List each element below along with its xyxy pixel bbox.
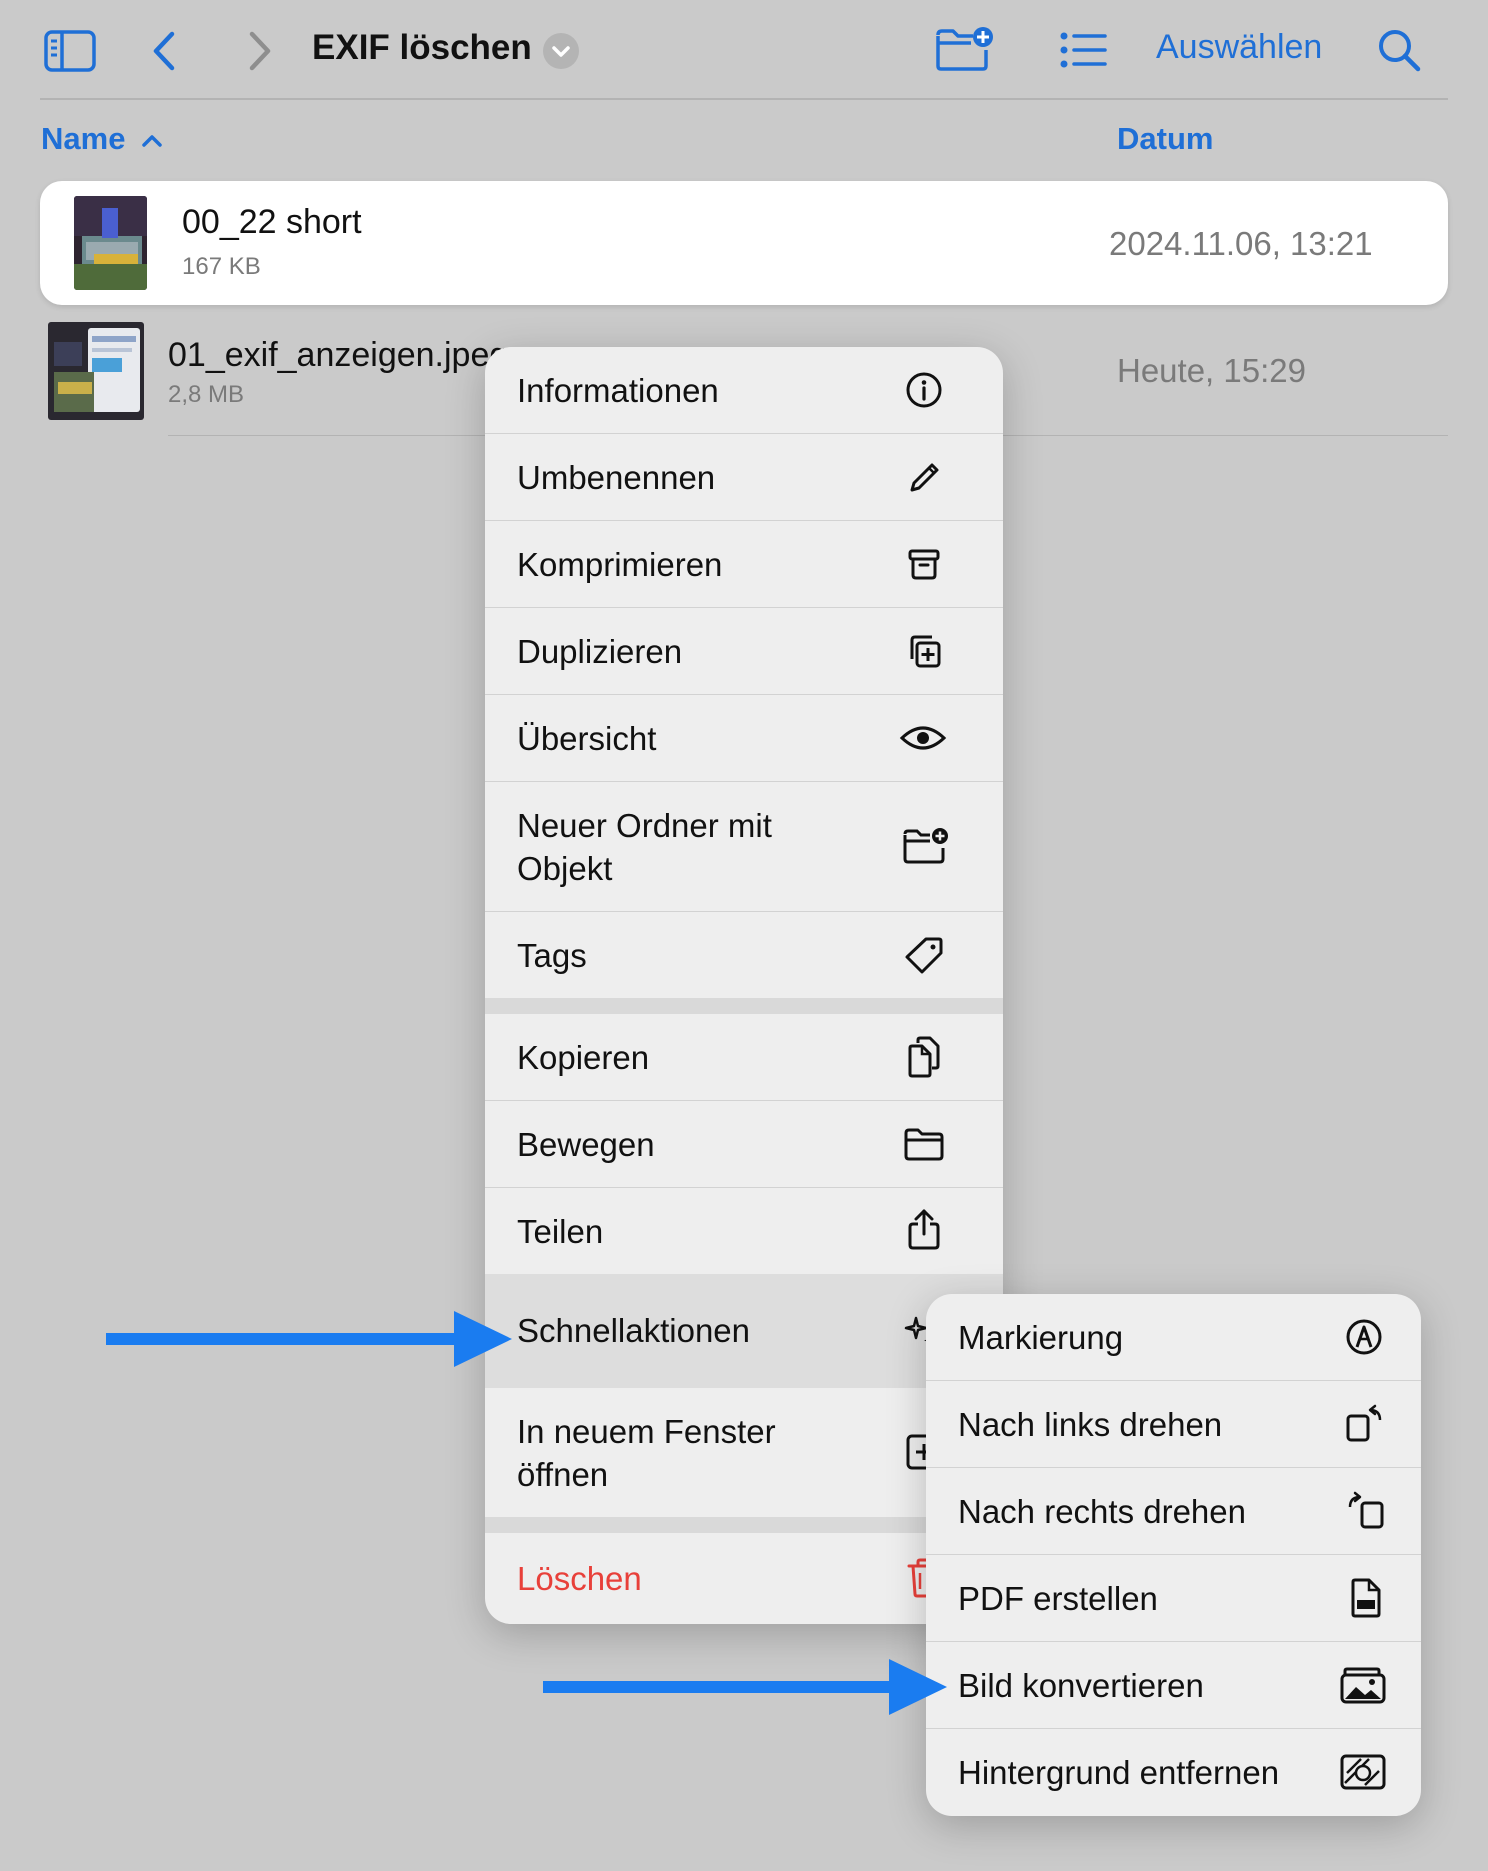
menu-item-umbenennen[interactable]: Umbenennen <box>485 434 1003 520</box>
menu-item-label-line2: Objekt <box>517 850 613 887</box>
menu-item-uebersicht[interactable]: Übersicht <box>485 695 1003 781</box>
menu-item-label-line1: Neuer Ordner mit <box>517 807 772 844</box>
file-date: Heute, 15:29 <box>1117 352 1306 389</box>
menu-item-teilen[interactable]: Teilen <box>485 1188 1003 1274</box>
menu-item-label: Teilen <box>517 1213 604 1250</box>
menu-item-komprimieren[interactable]: Komprimieren <box>485 521 1003 607</box>
rotate-left-icon <box>1344 1402 1386 1444</box>
submenu-item-label: Markierung <box>958 1319 1124 1356</box>
menu-item-bewegen[interactable]: Bewegen <box>485 1101 1003 1187</box>
submenu-item-label: Bild konvertieren <box>958 1667 1204 1704</box>
archive-icon <box>904 544 944 584</box>
name-column-label: Name <box>41 121 126 156</box>
submenu-item-pdf-erstellen[interactable]: PDF erstellen <box>926 1555 1421 1641</box>
pencil-icon <box>904 457 944 497</box>
file-name: 00_22 short <box>182 203 362 241</box>
menu-item-label: Tags <box>517 937 587 974</box>
file-date: 2024.11.06, 13:21 <box>1109 225 1373 262</box>
menu-item-label: Informationen <box>517 372 719 409</box>
menu-item-label: Löschen <box>517 1560 642 1597</box>
file-size: 167 KB <box>182 253 261 280</box>
submenu-item-nach-rechts-drehen[interactable]: Nach rechts drehen <box>926 1468 1421 1554</box>
file-thumbnail <box>48 322 144 420</box>
menu-item-label: Übersicht <box>517 720 657 757</box>
file-name: 01_exif_anzeigen.jpeg <box>168 336 509 374</box>
file-size: 2,8 MB <box>168 381 245 408</box>
menu-item-label: Neuer Ordner mit Objekt <box>517 804 772 890</box>
remove-background-icon <box>1339 1753 1387 1791</box>
search-icon[interactable] <box>1376 27 1422 73</box>
menu-item-neuer-ordner-mit-objekt[interactable]: Neuer Ordner mit Objekt <box>485 782 1003 911</box>
submenu-item-label: Hintergrund entfernen <box>958 1754 1280 1791</box>
menu-item-label: Schnellaktionen <box>517 1312 750 1349</box>
rotate-right-icon <box>1344 1489 1386 1531</box>
duplicate-icon <box>904 631 944 671</box>
forward-chevron-icon[interactable] <box>246 30 274 72</box>
submenu-item-label: Nach rechts drehen <box>958 1493 1246 1530</box>
submenu-item-markierung[interactable]: Markierung <box>926 1294 1421 1380</box>
convert-image-icon <box>1339 1665 1387 1705</box>
toolbar-divider <box>40 98 1448 100</box>
submenu-item-hintergrund-entfernen[interactable]: Hintergrund entfernen <box>926 1729 1421 1816</box>
sort-by-name-header[interactable]: Name <box>41 121 164 157</box>
submenu-item-label: PDF erstellen <box>958 1580 1158 1617</box>
folder-plus-icon <box>902 826 950 866</box>
chevron-down-icon[interactable] <box>543 33 579 69</box>
annotation-arrow-bild-konvertieren <box>543 1659 947 1715</box>
menu-group-gap <box>485 998 1003 1014</box>
quick-actions-submenu: Markierung Nach links drehen Nach rechts… <box>926 1294 1421 1816</box>
sidebar-icon[interactable] <box>44 30 96 72</box>
pdf-icon <box>1347 1576 1383 1620</box>
new-folder-icon[interactable] <box>935 26 995 72</box>
annotation-arrow-schnellaktionen <box>106 1311 512 1367</box>
menu-item-informationen[interactable]: Informationen <box>485 347 1003 433</box>
menu-item-label-line2: öffnen <box>517 1456 609 1493</box>
submenu-item-nach-links-drehen[interactable]: Nach links drehen <box>926 1381 1421 1467</box>
menu-item-label: Bewegen <box>517 1126 655 1163</box>
sort-ascending-icon <box>140 133 164 149</box>
info-icon <box>904 370 944 410</box>
submenu-item-bild-konvertieren[interactable]: Bild konvertieren <box>926 1642 1421 1728</box>
menu-item-label: Umbenennen <box>517 459 716 496</box>
tag-icon <box>904 935 944 975</box>
menu-item-duplizieren[interactable]: Duplizieren <box>485 608 1003 694</box>
menu-item-kopieren[interactable]: Kopieren <box>485 1014 1003 1100</box>
menu-item-label-line1: In neuem Fenster <box>517 1413 776 1450</box>
markup-icon <box>1344 1317 1384 1357</box>
select-button[interactable]: Auswählen <box>1156 28 1322 67</box>
menu-item-label: Kopieren <box>517 1039 650 1076</box>
file-row-selected[interactable]: 00_22 short 167 KB 2024.11.06, 13:21 <box>40 181 1448 305</box>
file-thumbnail <box>74 196 147 290</box>
folder-icon <box>903 1126 945 1162</box>
submenu-item-label: Nach links drehen <box>958 1406 1223 1443</box>
menu-item-label: In neuem Fenster öffnen <box>517 1410 776 1496</box>
page-title[interactable]: EXIF löschen <box>312 28 532 68</box>
menu-item-label: Komprimieren <box>517 546 723 583</box>
share-icon <box>906 1207 942 1251</box>
menu-item-label: Duplizieren <box>517 633 683 670</box>
eye-icon <box>899 718 947 758</box>
list-view-icon[interactable] <box>1059 30 1107 70</box>
menu-item-tags[interactable]: Tags <box>485 912 1003 998</box>
copy-icon <box>904 1035 944 1079</box>
sort-by-date-header[interactable]: Datum <box>1117 121 1213 157</box>
back-chevron-icon[interactable] <box>150 30 178 72</box>
